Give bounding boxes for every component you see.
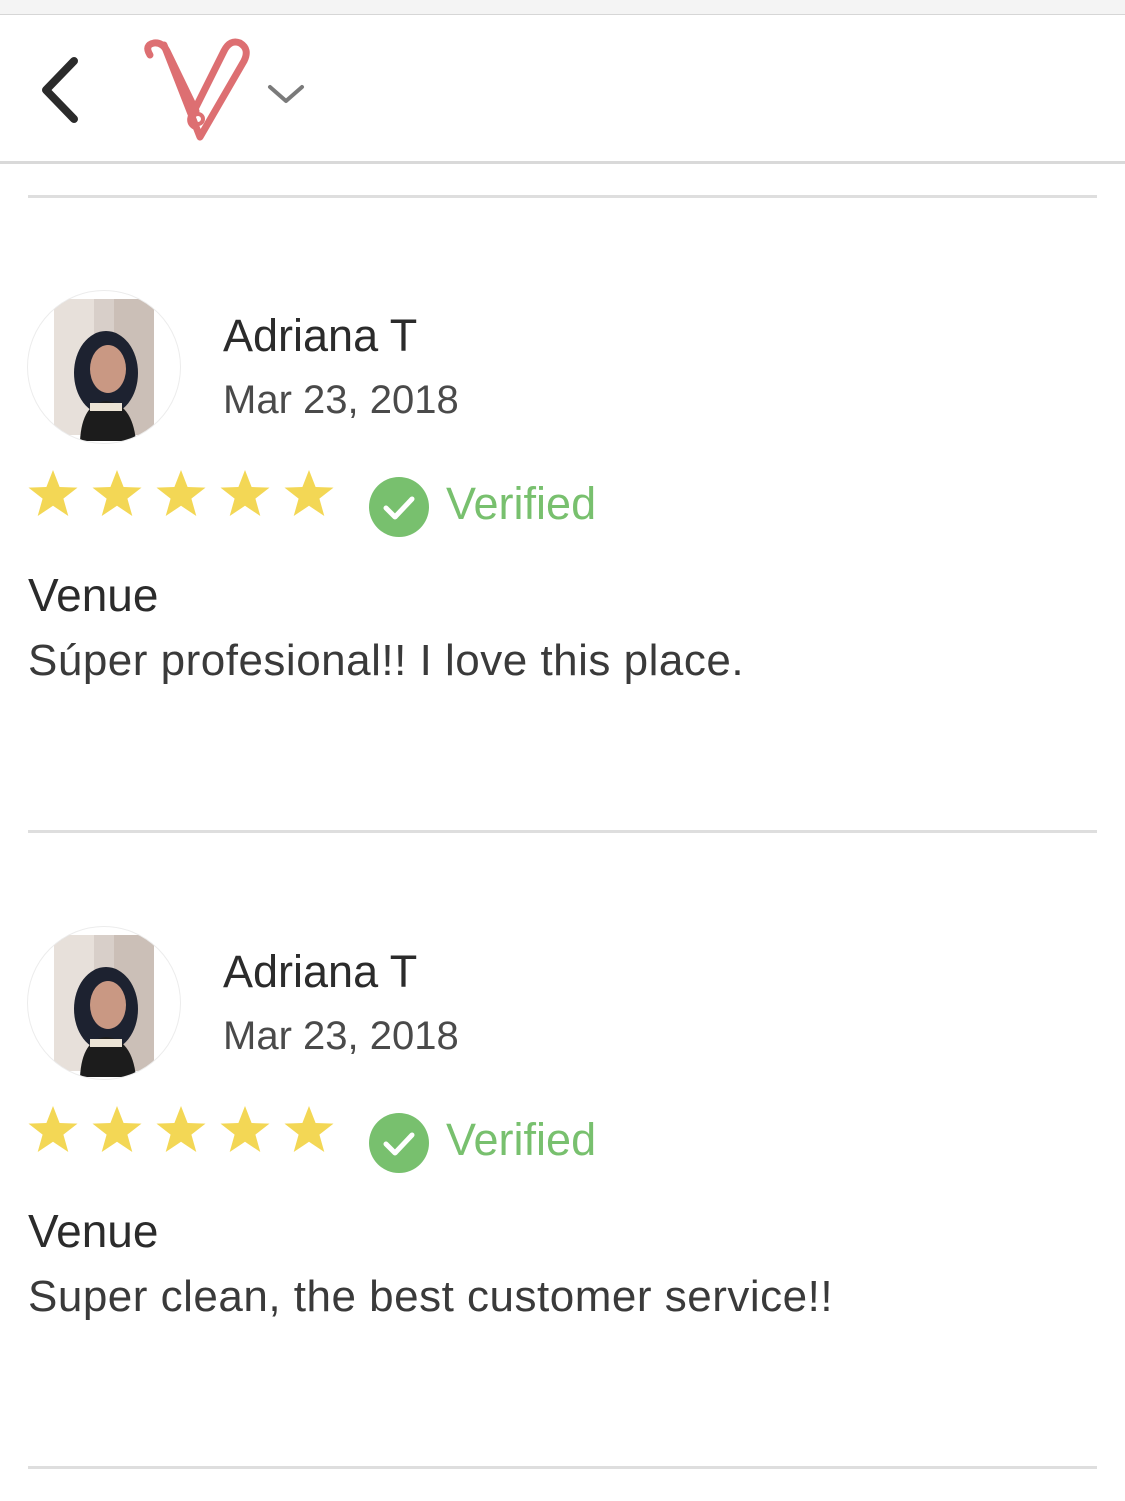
review-text: Súper profesional!! I love this place. [28,636,745,685]
review-date: Mar 23, 2018 [223,378,459,422]
chevron-left-icon [42,57,78,123]
star-icon [92,470,142,516]
review-text: Super clean, the best customer service!! [28,1272,834,1321]
avatar[interactable] [27,290,181,444]
verified-label: Verified [446,1114,597,1165]
section-divider [28,195,1097,198]
app-logo-icon [140,37,256,143]
star-icon [28,470,78,516]
star-icon [284,470,334,516]
star-icon [28,1106,78,1152]
review-date: Mar 23, 2018 [223,1014,459,1058]
star-icon [92,1106,142,1152]
review-divider [28,830,1097,833]
review-category: Venue [28,1205,159,1257]
star-icon [284,1106,334,1152]
review-category: Venue [28,569,159,621]
star-icon [156,1106,206,1152]
chevron-down-icon [268,85,304,103]
verified-label: Verified [446,478,597,529]
review-card: Adriana T Mar 23, 2018 Verified Venue Su… [0,922,1125,1462]
logo-menu-button[interactable] [262,73,310,113]
review-card: Adriana T Mar 23, 2018 Verified Venue Sú… [0,286,1125,826]
star-rating [26,1104,346,1156]
star-icon [220,470,270,516]
review-author: Adriana T [223,946,418,997]
star-icon [156,470,206,516]
star-icon [220,1106,270,1152]
star-rating [26,468,346,520]
review-divider [28,1466,1097,1469]
review-author: Adriana T [223,310,418,361]
avatar[interactable] [27,926,181,1080]
status-bar [0,0,1125,15]
top-nav-bar [0,15,1125,164]
verified-check-icon [369,477,429,537]
back-button[interactable] [30,55,94,125]
verified-check-icon [369,1113,429,1173]
